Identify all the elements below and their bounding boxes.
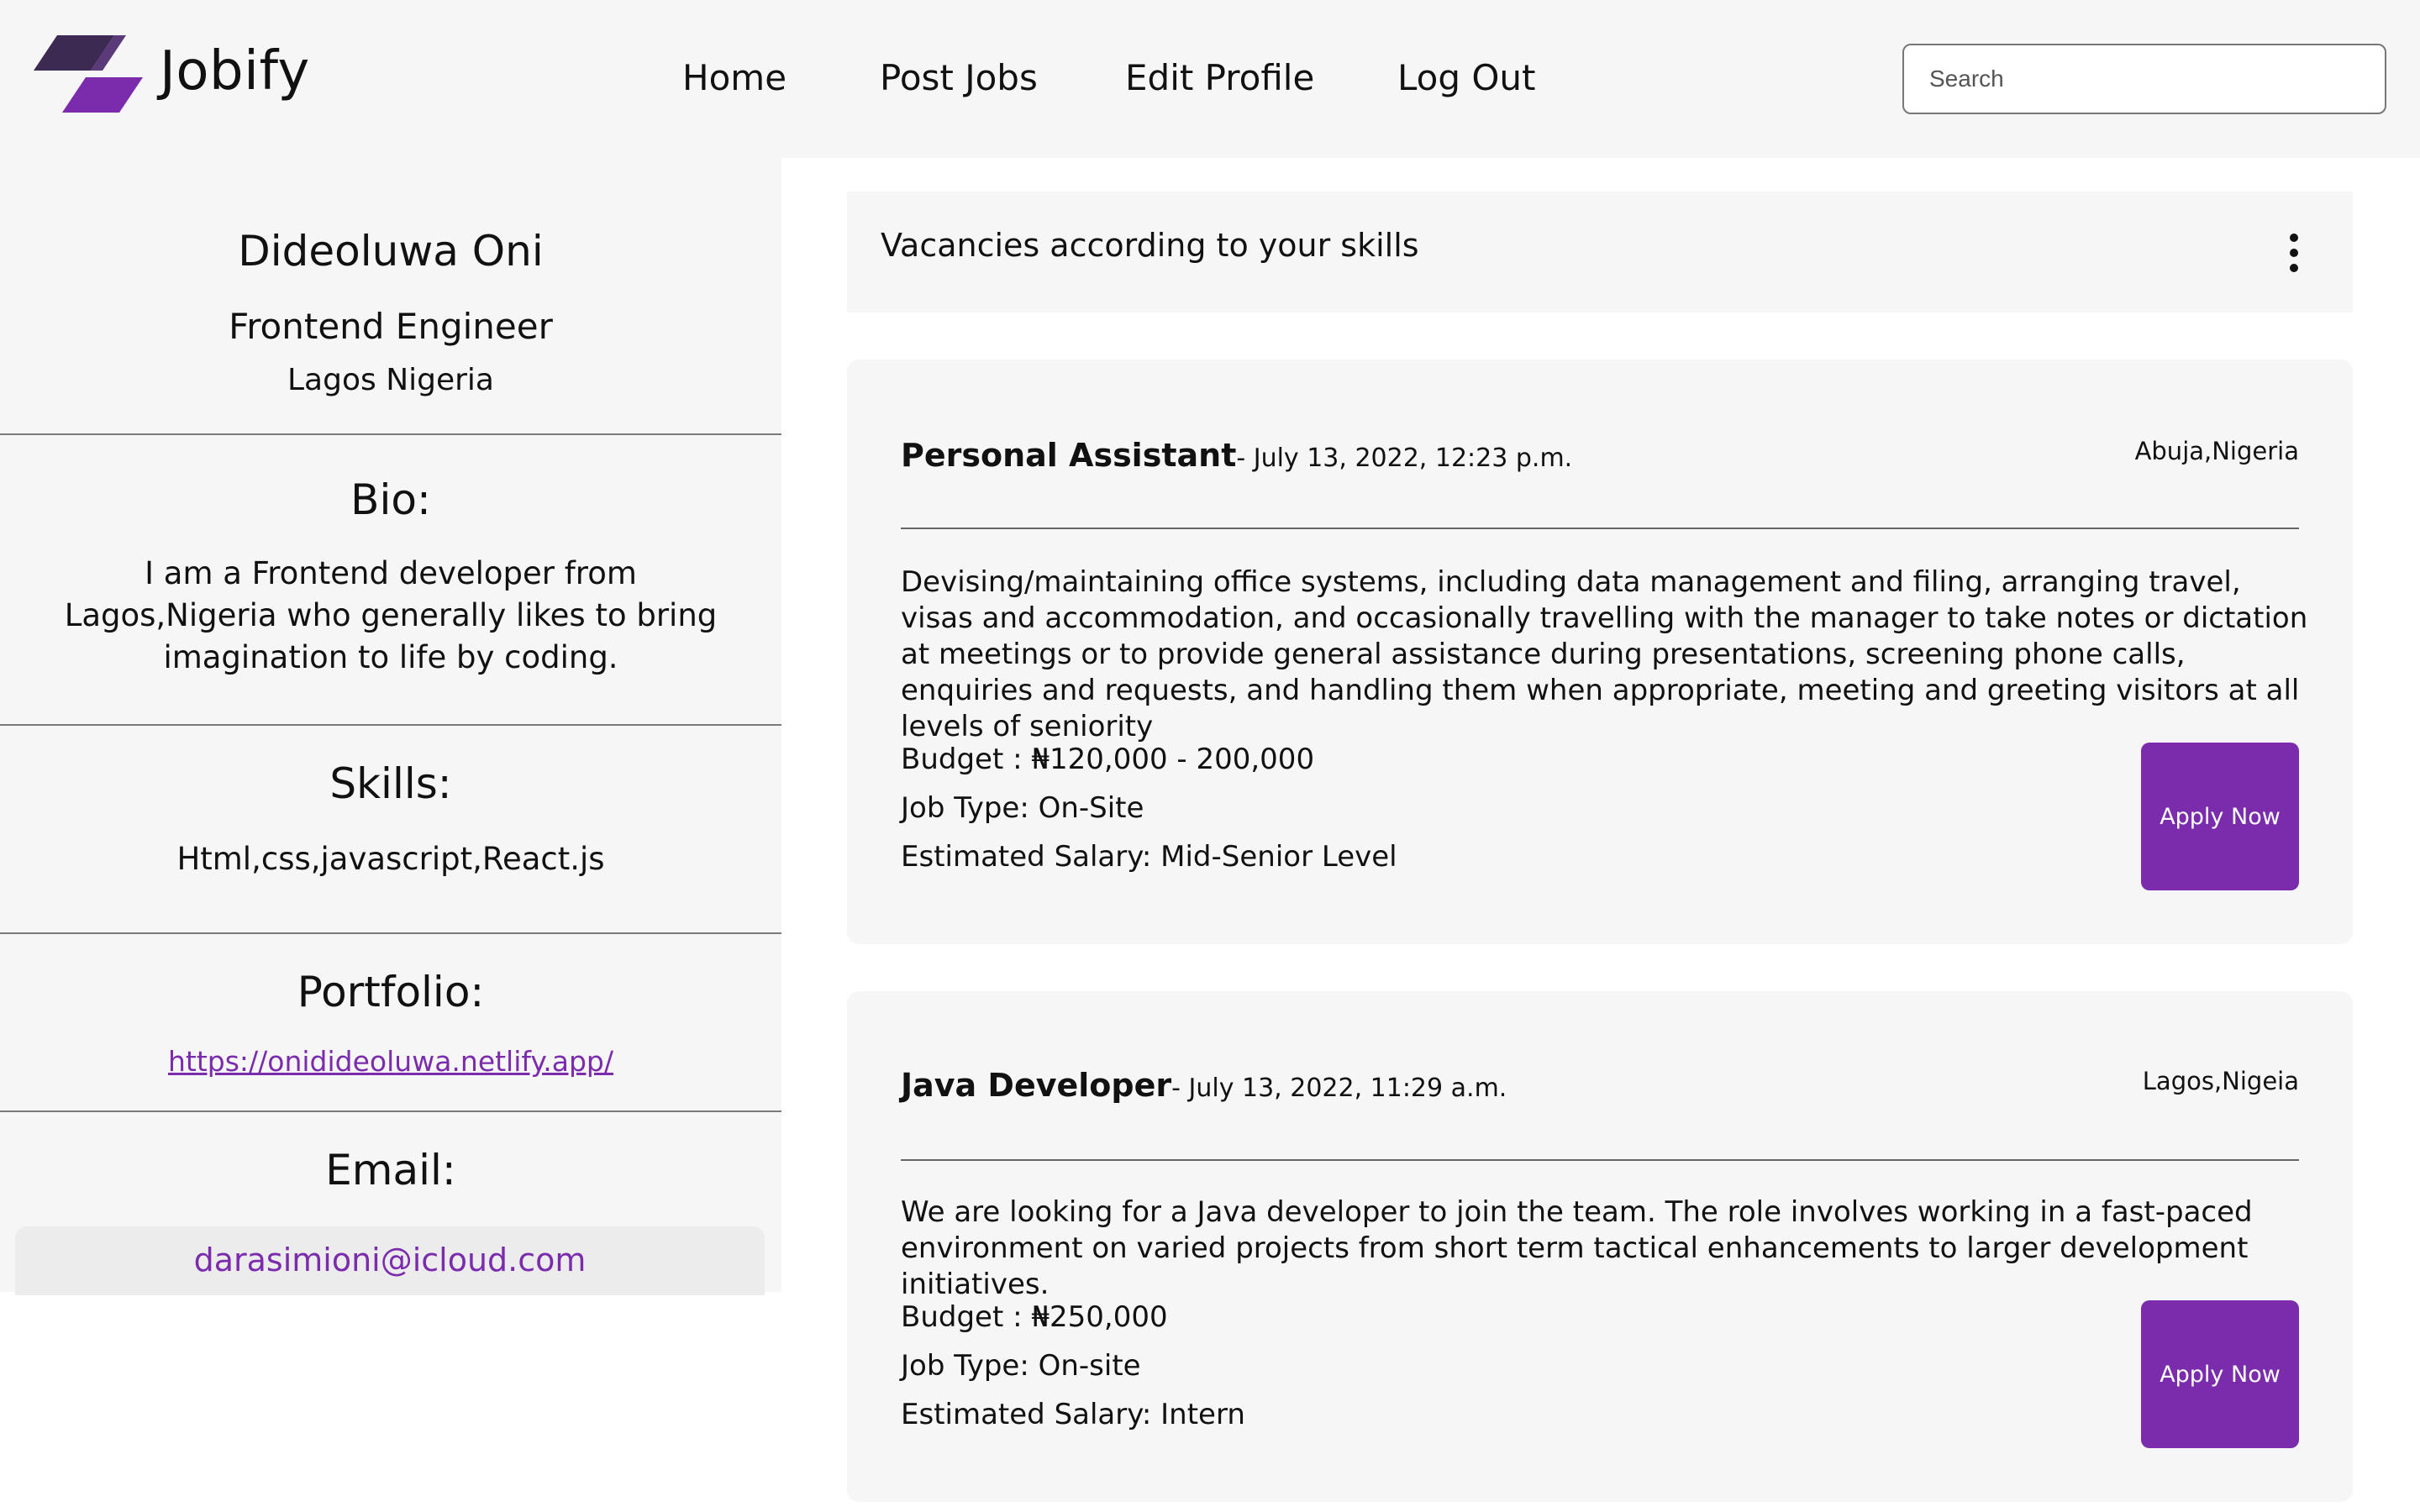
profile-role: Frontend Engineer bbox=[229, 306, 553, 347]
job-title[interactable]: Personal Assistant bbox=[901, 437, 1236, 474]
profile-sidebar: Dideoluwa Oni Frontend Engineer Lagos Ni… bbox=[0, 158, 781, 1292]
job-salary: Estimated Salary: Mid-Senior Level bbox=[901, 840, 1397, 874]
search-input[interactable] bbox=[1902, 44, 2386, 114]
job-budget: Budget : ₦120,000 - 200,000 bbox=[901, 743, 1315, 776]
job-title-line: Personal Assistant- July 13, 2022, 12:23… bbox=[901, 437, 1572, 474]
job-title[interactable]: Java Developer bbox=[901, 1067, 1171, 1104]
profile-name: Dideoluwa Oni bbox=[238, 227, 544, 276]
nav-post-jobs-link[interactable]: Post Jobs bbox=[880, 57, 1038, 98]
job-location: Abuja,Nigeria bbox=[2134, 437, 2299, 465]
bio-section: Bio: I am a Frontend developer from Lago… bbox=[0, 435, 781, 726]
vacancies-title: Vacancies according to your skills bbox=[881, 227, 1419, 264]
profile-location: Lagos Nigeria bbox=[287, 363, 494, 397]
job-date: - July 13, 2022, 12:23 p.m. bbox=[1236, 444, 1573, 473]
job-budget: Budget : ₦250,000 bbox=[901, 1300, 1168, 1334]
skills-text: Html,css,javascript,React.js bbox=[176, 841, 605, 877]
apply-now-button[interactable]: Apply Now bbox=[2141, 1300, 2299, 1448]
bio-text: I am a Frontend developer from Lagos,Nig… bbox=[64, 555, 718, 675]
job-type: Job Type: On-Site bbox=[901, 791, 1144, 825]
job-salary: Estimated Salary: Intern bbox=[901, 1398, 1245, 1431]
top-navbar: Jobify Home Post Jobs Edit Profile Log O… bbox=[0, 0, 2420, 158]
portfolio-section: Portfolio: https://onidideoluwa.netlify.… bbox=[0, 934, 781, 1112]
kebab-menu-icon[interactable] bbox=[2286, 234, 2302, 274]
skills-section: Skills: Html,css,javascript,React.js bbox=[0, 726, 781, 934]
skills-heading: Skills: bbox=[329, 759, 452, 808]
vacancies-header: Vacancies according to your skills bbox=[847, 192, 2353, 312]
job-description: We are looking for a Java developer to j… bbox=[901, 1195, 2253, 1301]
job-location: Lagos,Nigeia bbox=[2142, 1067, 2299, 1095]
brand-name[interactable]: Jobify bbox=[160, 40, 310, 102]
job-card: Java Developer- July 13, 2022, 11:29 a.m… bbox=[847, 991, 2353, 1502]
email-value: darasimioni@icloud.com bbox=[15, 1226, 765, 1295]
divider bbox=[901, 528, 2299, 529]
apply-now-button[interactable]: Apply Now bbox=[2141, 743, 2299, 890]
nav-edit-profile-link[interactable]: Edit Profile bbox=[1125, 57, 1314, 98]
bio-heading: Bio: bbox=[350, 475, 431, 524]
job-date: - July 13, 2022, 11:29 a.m. bbox=[1171, 1074, 1507, 1103]
email-heading: Email: bbox=[325, 1146, 456, 1194]
nav-log-out-link[interactable]: Log Out bbox=[1397, 57, 1536, 98]
divider bbox=[901, 1159, 2299, 1161]
jobify-logo-icon[interactable] bbox=[34, 35, 143, 113]
job-type: Job Type: On-site bbox=[901, 1349, 1141, 1383]
portfolio-heading: Portfolio: bbox=[297, 968, 485, 1016]
profile-header-section: Dideoluwa Oni Frontend Engineer Lagos Ni… bbox=[0, 158, 781, 435]
portfolio-link[interactable]: https://onidideoluwa.netlify.app/ bbox=[0, 1045, 781, 1078]
job-description: Devising/maintaining office systems, inc… bbox=[901, 565, 2308, 743]
nav-home-link[interactable]: Home bbox=[682, 57, 786, 98]
job-title-line: Java Developer- July 13, 2022, 11:29 a.m… bbox=[901, 1067, 1507, 1104]
job-card: Personal Assistant- July 13, 2022, 12:23… bbox=[847, 360, 2353, 944]
